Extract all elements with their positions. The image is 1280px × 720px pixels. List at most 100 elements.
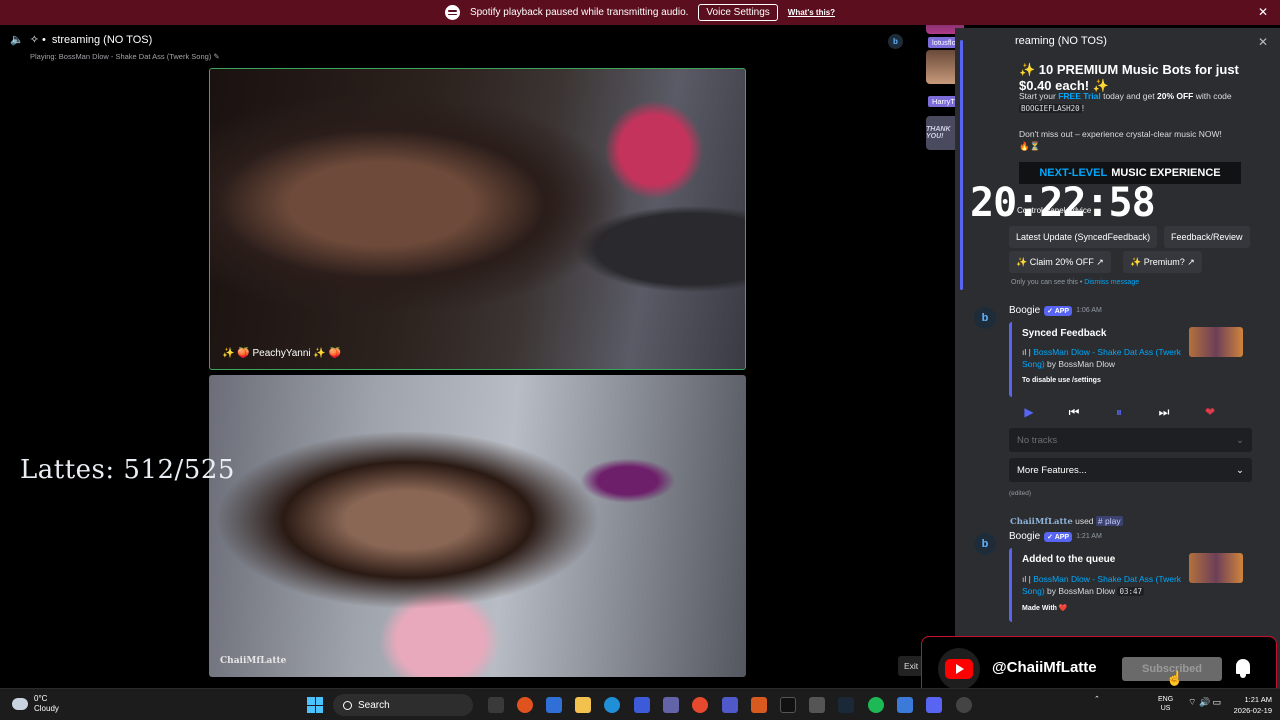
stage-header: 🔈 ✧ • streaming (NO TOS) bbox=[10, 33, 153, 47]
bell-icon[interactable] bbox=[1234, 658, 1252, 678]
chevron-down-icon: ⌄ bbox=[1236, 464, 1244, 476]
network-volume-icons[interactable]: ⌔ 🔊 ▭ bbox=[1188, 698, 1221, 707]
region-code: US bbox=[1160, 705, 1171, 712]
voice-settings-button[interactable]: Voice Settings bbox=[698, 4, 778, 21]
close-icon[interactable]: ✕ bbox=[1258, 5, 1268, 19]
system-clock[interactable]: 1:21 AM 2026-02-19 bbox=[1234, 694, 1272, 716]
embed-title: Added to the queue bbox=[1022, 554, 1116, 565]
command-name[interactable]: # play bbox=[1095, 516, 1123, 526]
embed-note: To disable use /settings bbox=[1022, 377, 1101, 384]
premium-button[interactable]: ✨ Premium? ↗ bbox=[1123, 251, 1202, 273]
promo-text: Start your FREE Trial today and get 20% … bbox=[1019, 91, 1232, 113]
promo-text-2: Don't miss out – experience crystal-clea… bbox=[1019, 129, 1222, 151]
weather-temp: 0°C bbox=[34, 694, 48, 703]
app-badge: ✓ APP bbox=[1044, 305, 1073, 316]
discord-icon[interactable] bbox=[926, 697, 942, 713]
taskbar-search[interactable]: Search bbox=[333, 694, 473, 716]
language-code: ENG bbox=[1158, 696, 1174, 703]
tile-name-label: ✨ 🍑 PeachyYanni ✨ 🍑 bbox=[222, 348, 342, 359]
search-icon bbox=[343, 700, 352, 710]
embed-title: Synced Feedback bbox=[1022, 328, 1107, 339]
brave-icon[interactable] bbox=[517, 697, 533, 713]
ephemeral-note: Only you can see this • Dismiss message bbox=[1011, 279, 1140, 286]
app-icon[interactable] bbox=[751, 697, 767, 713]
play-icon[interactable]: ▶ bbox=[1012, 402, 1046, 422]
message-header: Boogie ✓ APP 1:21 AM bbox=[1009, 531, 1102, 542]
bot-name[interactable]: Boogie bbox=[1009, 531, 1040, 542]
app-icon[interactable] bbox=[634, 697, 650, 713]
tracks-select[interactable]: No tracks ⌄ bbox=[1009, 428, 1252, 452]
weather-condition: Cloudy bbox=[34, 704, 59, 713]
spotify-notice-bar: Spotify playback paused while transmitti… bbox=[0, 0, 1280, 25]
whats-this-link[interactable]: What's this? bbox=[788, 8, 835, 17]
feedback-review-button[interactable]: Feedback/Review bbox=[1164, 226, 1250, 248]
chevron-down-icon: ⌄ bbox=[1236, 434, 1244, 446]
teams-icon[interactable] bbox=[722, 697, 738, 713]
video-tile-chaiimflatte[interactable] bbox=[209, 375, 746, 677]
app-icon[interactable] bbox=[809, 697, 825, 713]
latest-update-button[interactable]: Latest Update (SyncedFeedback) bbox=[1009, 226, 1158, 248]
clock-overlay: 20:22:58 bbox=[970, 180, 1156, 226]
more-features-value: More Features... bbox=[1017, 464, 1087, 476]
dismiss-message-link[interactable]: Dismiss message bbox=[1084, 279, 1139, 286]
chat-channel-title: reaming (NO TOS) bbox=[1015, 35, 1107, 47]
lattes-counter: Lattes: 512/525 bbox=[20, 455, 235, 485]
embed-song-line: ıl | BossMan Dlow - Shake Dat Ass (Twerk… bbox=[1022, 574, 1182, 596]
heart-icon[interactable]: ❤ bbox=[1193, 402, 1227, 422]
stage-icon: ✧ • bbox=[29, 34, 46, 46]
cloud-icon bbox=[12, 698, 28, 710]
spotify-icon[interactable] bbox=[868, 697, 884, 713]
claim-discount-button[interactable]: ✨ Claim 20% OFF ↗ bbox=[1009, 251, 1111, 273]
pause-icon[interactable]: ⏸ bbox=[1102, 402, 1136, 422]
tile-b-watermark: ChaiiMfLatte bbox=[220, 656, 287, 666]
song-thumbnail bbox=[1189, 553, 1243, 583]
edge-icon[interactable] bbox=[604, 697, 620, 713]
message-timestamp: 1:06 AM bbox=[1076, 307, 1102, 314]
more-features-select[interactable]: More Features... ⌄ bbox=[1009, 458, 1252, 482]
song-thumbnail bbox=[1189, 327, 1243, 357]
promo-code: BOOGIEFLASH20 bbox=[1019, 104, 1082, 113]
embed-note: Made With ❤️ bbox=[1022, 605, 1068, 612]
command-usage-line: ChaiiMfLatte used # play bbox=[1010, 516, 1123, 527]
search-label: Search bbox=[358, 699, 390, 711]
embed-accent-bar bbox=[960, 40, 963, 290]
close-icon[interactable]: ✕ bbox=[1258, 35, 1268, 49]
song-duration: 03:47 bbox=[1117, 587, 1145, 596]
tracks-select-value: No tracks bbox=[1017, 434, 1058, 446]
edited-label: (edited) bbox=[1009, 490, 1032, 497]
next-icon[interactable]: ⏭ bbox=[1147, 402, 1181, 422]
copilot-icon[interactable] bbox=[546, 697, 562, 713]
store-icon[interactable] bbox=[663, 697, 679, 713]
spotify-icon bbox=[444, 5, 460, 20]
now-playing-status[interactable]: Playing: BossMan Dlow - Shake Dat Ass (T… bbox=[30, 52, 220, 61]
clock-time: 1:21 AM bbox=[1244, 695, 1272, 704]
bot-avatar[interactable]: b bbox=[974, 533, 996, 555]
chrome-icon[interactable] bbox=[692, 697, 708, 713]
bot-name[interactable]: Boogie bbox=[1009, 305, 1040, 316]
file-explorer-icon[interactable] bbox=[575, 697, 591, 713]
task-view-icon[interactable] bbox=[488, 697, 504, 713]
obs-icon[interactable] bbox=[956, 697, 972, 713]
app-badge: ✓ APP bbox=[1044, 531, 1073, 542]
stage-title: streaming (NO TOS) bbox=[51, 33, 153, 46]
pencil-icon[interactable]: ✎ bbox=[213, 52, 219, 61]
channel-handle: @ChaiiMfLatte bbox=[992, 659, 1097, 676]
windows-start-icon[interactable] bbox=[307, 697, 323, 713]
tiktok-icon[interactable] bbox=[780, 697, 796, 713]
previous-icon[interactable]: ⏮ bbox=[1057, 402, 1091, 422]
notepad-icon[interactable] bbox=[897, 697, 913, 713]
synced-feedback-embed: Synced Feedback ıl | BossMan Dlow - Shak… bbox=[1009, 322, 1253, 397]
speaker-icon[interactable]: 🔈 bbox=[10, 33, 24, 46]
weather-widget[interactable]: 0°C Cloudy bbox=[12, 694, 59, 714]
language-indicator[interactable]: ENG US bbox=[1158, 695, 1173, 713]
tray-chevron-icon[interactable]: ⌃ bbox=[1094, 695, 1100, 704]
bot-status-icon[interactable]: b bbox=[888, 34, 903, 49]
command-user[interactable]: ChaiiMfLatte bbox=[1010, 517, 1073, 527]
cursor-icon: ☝ bbox=[1166, 670, 1184, 686]
notice-message: Spotify playback paused while transmitti… bbox=[469, 7, 689, 18]
now-playing-text: Playing: BossMan Dlow - Shake Dat Ass (T… bbox=[30, 52, 212, 61]
youtube-icon bbox=[938, 648, 980, 690]
steam-icon[interactable] bbox=[838, 697, 854, 713]
video-tile-peachyyanni[interactable]: ✨ 🍑 PeachyYanni ✨ 🍑 bbox=[209, 68, 746, 370]
bot-avatar[interactable]: b bbox=[974, 307, 996, 329]
